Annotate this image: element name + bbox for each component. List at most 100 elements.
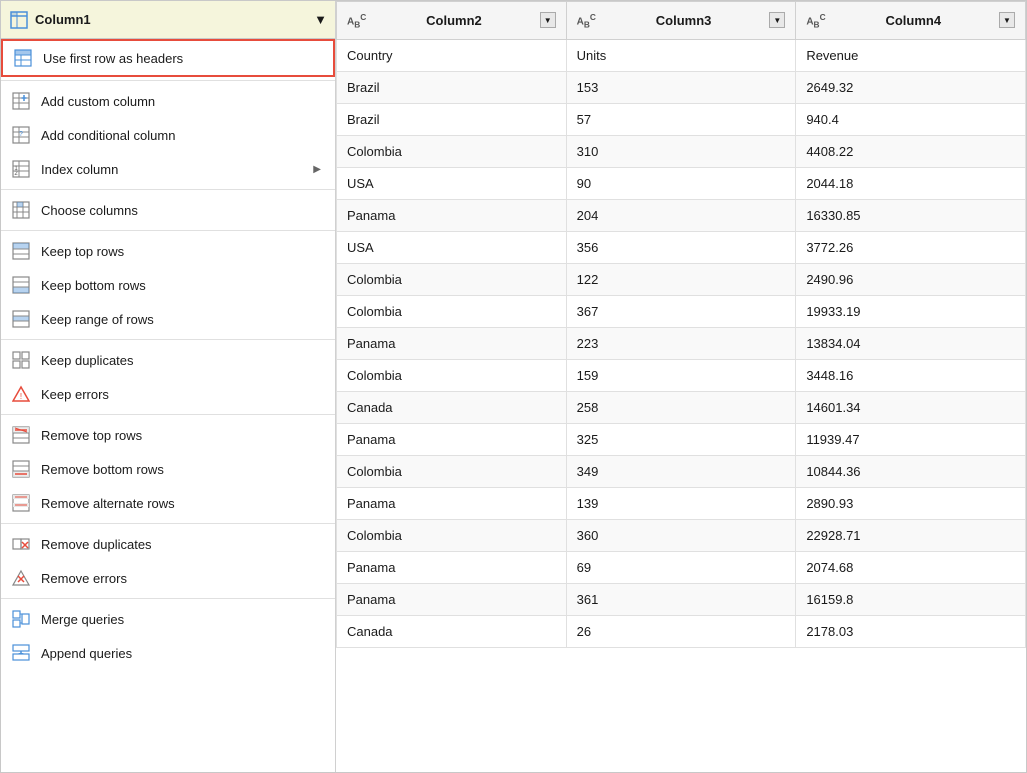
remove-alternate-rows-icon [11,493,31,513]
table-cell-r1-c1: 153 [566,72,796,104]
col2-header: ABC Column2 ▼ [337,2,567,40]
col4-header: ABC Column4 ▼ [796,2,1026,40]
menu-item-remove-alternate-rows[interactable]: Remove alternate rows [1,486,335,520]
menu-panel: Column1 ▼ Use first row as headers [1,1,336,772]
svg-text:2: 2 [14,171,18,177]
menu-header: Column1 ▼ [1,1,335,39]
table-cell-r16-c1: 69 [566,552,796,584]
menu-header-dropdown[interactable]: ▼ [314,12,327,27]
choose-columns-icon [11,200,31,220]
menu-item-remove-bottom-rows[interactable]: Remove bottom rows [1,452,335,486]
remove-duplicates-label: Remove duplicates [41,537,321,552]
table-cell-r0-c2: Revenue [796,40,1026,72]
table-cell-r14-c1: 139 [566,488,796,520]
menu-item-keep-bottom-rows[interactable]: Keep bottom rows [1,268,335,302]
table-row: Colombia3104408.22 [337,136,1026,168]
menu-item-remove-errors[interactable]: Remove errors [1,561,335,595]
add-conditional-column-icon: ? [11,125,31,145]
table-cell-r5-c1: 204 [566,200,796,232]
divider-4 [1,339,335,340]
merge-queries-icon [11,609,31,629]
menu-item-keep-top-rows[interactable]: Keep top rows [1,234,335,268]
table-cell-r4-c1: 90 [566,168,796,200]
table-cell-r17-c0: Panama [337,584,567,616]
table-cell-r10-c1: 159 [566,360,796,392]
svg-text:!: ! [20,392,22,401]
add-custom-column-icon [11,91,31,111]
table-row: Colombia34910844.36 [337,456,1026,488]
remove-errors-label: Remove errors [41,571,321,586]
table-cell-r14-c2: 2890.93 [796,488,1026,520]
menu-item-merge-queries[interactable]: Merge queries [1,602,335,636]
data-table: ABC Column2 ▼ ABC Column3 ▼ [336,1,1026,648]
col3-header-text: Column3 [604,13,763,28]
col3-dropdown[interactable]: ▼ [769,12,785,28]
table-cell-r16-c2: 2074.68 [796,552,1026,584]
table-cell-r13-c2: 10844.36 [796,456,1026,488]
table-row: Colombia1222490.96 [337,264,1026,296]
table-cell-r11-c0: Canada [337,392,567,424]
table-cell-r18-c1: 26 [566,616,796,648]
add-custom-column-label: Add custom column [41,94,321,109]
table-cell-r3-c1: 310 [566,136,796,168]
menu-item-remove-duplicates[interactable]: Remove duplicates [1,527,335,561]
menu-items-list: Use first row as headers Add custom colu… [1,39,335,772]
svg-text:?: ? [19,131,23,138]
table-cell-r9-c0: Panama [337,328,567,360]
table-row: CountryUnitsRevenue [337,40,1026,72]
table-cell-r12-c2: 11939.47 [796,424,1026,456]
menu-item-append-queries[interactable]: Append queries [1,636,335,670]
table-cell-r14-c0: Panama [337,488,567,520]
table-cell-r6-c0: USA [337,232,567,264]
table-cell-r11-c2: 14601.34 [796,392,1026,424]
menu-item-choose-columns[interactable]: Choose columns [1,193,335,227]
index-column-icon: 1 2 [11,159,31,179]
table-cell-r3-c2: 4408.22 [796,136,1026,168]
table-row: Canada25814601.34 [337,392,1026,424]
menu-item-keep-duplicates[interactable]: Keep duplicates [1,343,335,377]
keep-duplicates-label: Keep duplicates [41,353,321,368]
table-cell-r1-c0: Brazil [337,72,567,104]
table-cell-r13-c1: 349 [566,456,796,488]
table-cell-r9-c1: 223 [566,328,796,360]
table-cell-r6-c1: 356 [566,232,796,264]
col4-dropdown[interactable]: ▼ [999,12,1015,28]
table-row: Brazil57940.4 [337,104,1026,136]
menu-item-add-conditional-column[interactable]: ? Add conditional column [1,118,335,152]
divider-2 [1,189,335,190]
menu-item-keep-range-of-rows[interactable]: Keep range of rows [1,302,335,336]
divider-5 [1,414,335,415]
table-row: Panama36116159.8 [337,584,1026,616]
menu-item-keep-errors[interactable]: ! Keep errors [1,377,335,411]
divider-6 [1,523,335,524]
table-cell-r6-c2: 3772.26 [796,232,1026,264]
col3-header: ABC Column3 ▼ [566,2,796,40]
table-cell-r1-c2: 2649.32 [796,72,1026,104]
menu-item-add-custom-column[interactable]: Add custom column [1,84,335,118]
main-container: Column1 ▼ Use first row as headers [0,0,1027,773]
remove-bottom-rows-icon [11,459,31,479]
col2-header-text: Column2 [374,13,533,28]
table-cell-r15-c0: Colombia [337,520,567,552]
table-cell-r9-c2: 13834.04 [796,328,1026,360]
table-row: Canada262178.03 [337,616,1026,648]
menu-header-title: Column1 [35,12,308,27]
keep-duplicates-icon [11,350,31,370]
col4-header-text: Column4 [834,13,993,28]
col3-type-icon: ABC [577,12,596,29]
table-cell-r8-c1: 367 [566,296,796,328]
table-row: USA3563772.26 [337,232,1026,264]
table-row: Colombia36719933.19 [337,296,1026,328]
menu-item-use-first-row[interactable]: Use first row as headers [1,39,335,77]
divider-3 [1,230,335,231]
keep-range-rows-label: Keep range of rows [41,312,321,327]
menu-item-remove-top-rows[interactable]: Remove top rows [1,418,335,452]
keep-errors-icon: ! [11,384,31,404]
col2-dropdown[interactable]: ▼ [540,12,556,28]
add-conditional-column-label: Add conditional column [41,128,321,143]
remove-alternate-rows-label: Remove alternate rows [41,496,321,511]
table-cell-r2-c0: Brazil [337,104,567,136]
table-row: USA902044.18 [337,168,1026,200]
menu-item-index-column[interactable]: 1 2 Index column ▶ [1,152,335,186]
remove-top-rows-label: Remove top rows [41,428,321,443]
